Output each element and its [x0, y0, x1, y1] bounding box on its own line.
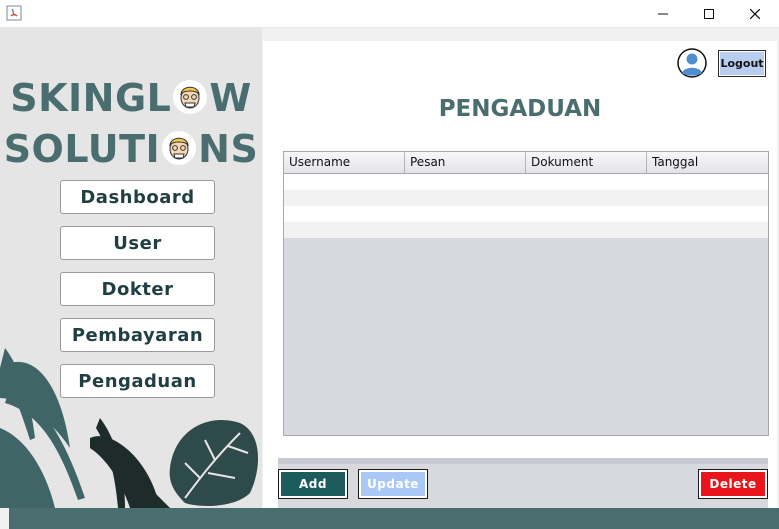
- maximize-button[interactable]: [686, 0, 732, 27]
- face-logo-icon: [173, 80, 208, 114]
- page-title: PENGADUAN: [438, 96, 602, 122]
- sidebar-item-user[interactable]: User: [60, 226, 215, 260]
- footer-edge: [0, 508, 9, 529]
- brand-text: W: [209, 76, 252, 120]
- sidebar-item-dashboard[interactable]: Dashboard: [60, 180, 215, 214]
- java-app-icon: [6, 5, 22, 21]
- table-row[interactable]: [284, 206, 768, 222]
- main-content: Logout PENGADUAN Username Pesan Dokument…: [263, 41, 777, 508]
- close-button[interactable]: [732, 0, 778, 27]
- brand-text: SOLUTI: [3, 127, 161, 171]
- update-button[interactable]: Update: [358, 469, 428, 499]
- brand-line-1: SKINGL W: [0, 76, 262, 120]
- table-row[interactable]: [284, 190, 768, 206]
- delete-button[interactable]: Delete: [698, 469, 768, 499]
- column-header-dokument[interactable]: Dokument: [526, 152, 647, 173]
- brand-text: SKINGL: [10, 76, 172, 120]
- user-avatar-icon[interactable]: [677, 48, 707, 78]
- face-logo-icon: [162, 131, 197, 165]
- maximize-icon: [704, 8, 714, 19]
- sidebar-item-dokter[interactable]: Dokter: [60, 272, 215, 306]
- column-header-username[interactable]: Username: [284, 152, 405, 173]
- footer-bar: [0, 508, 779, 529]
- table-row[interactable]: [284, 174, 768, 190]
- sidebar: SKINGL W SOLUTI NS Dashboard User Dokter…: [0, 28, 262, 508]
- column-header-tanggal[interactable]: Tanggal: [647, 152, 768, 173]
- add-button[interactable]: Add: [278, 469, 348, 499]
- complaints-table[interactable]: Username Pesan Dokument Tanggal: [283, 151, 769, 436]
- close-icon: [750, 8, 760, 19]
- column-header-pesan[interactable]: Pesan: [405, 152, 526, 173]
- sidebar-item-pengaduan[interactable]: Pengaduan: [60, 364, 215, 398]
- decorative-leaves-image: [0, 348, 259, 508]
- logout-button[interactable]: Logout: [718, 50, 766, 77]
- table-row[interactable]: [284, 222, 768, 238]
- window-titlebar: [0, 0, 779, 28]
- minimize-icon: [658, 13, 668, 14]
- action-bar: Add Update Delete: [278, 458, 768, 508]
- minimize-button[interactable]: [640, 0, 686, 27]
- sidebar-item-pembayaran[interactable]: Pembayaran: [60, 318, 215, 352]
- brand-line-2: SOLUTI NS: [0, 127, 262, 171]
- table-header: Username Pesan Dokument Tanggal: [284, 152, 768, 174]
- action-bar-strip: [278, 458, 768, 464]
- brand-text: NS: [198, 127, 259, 171]
